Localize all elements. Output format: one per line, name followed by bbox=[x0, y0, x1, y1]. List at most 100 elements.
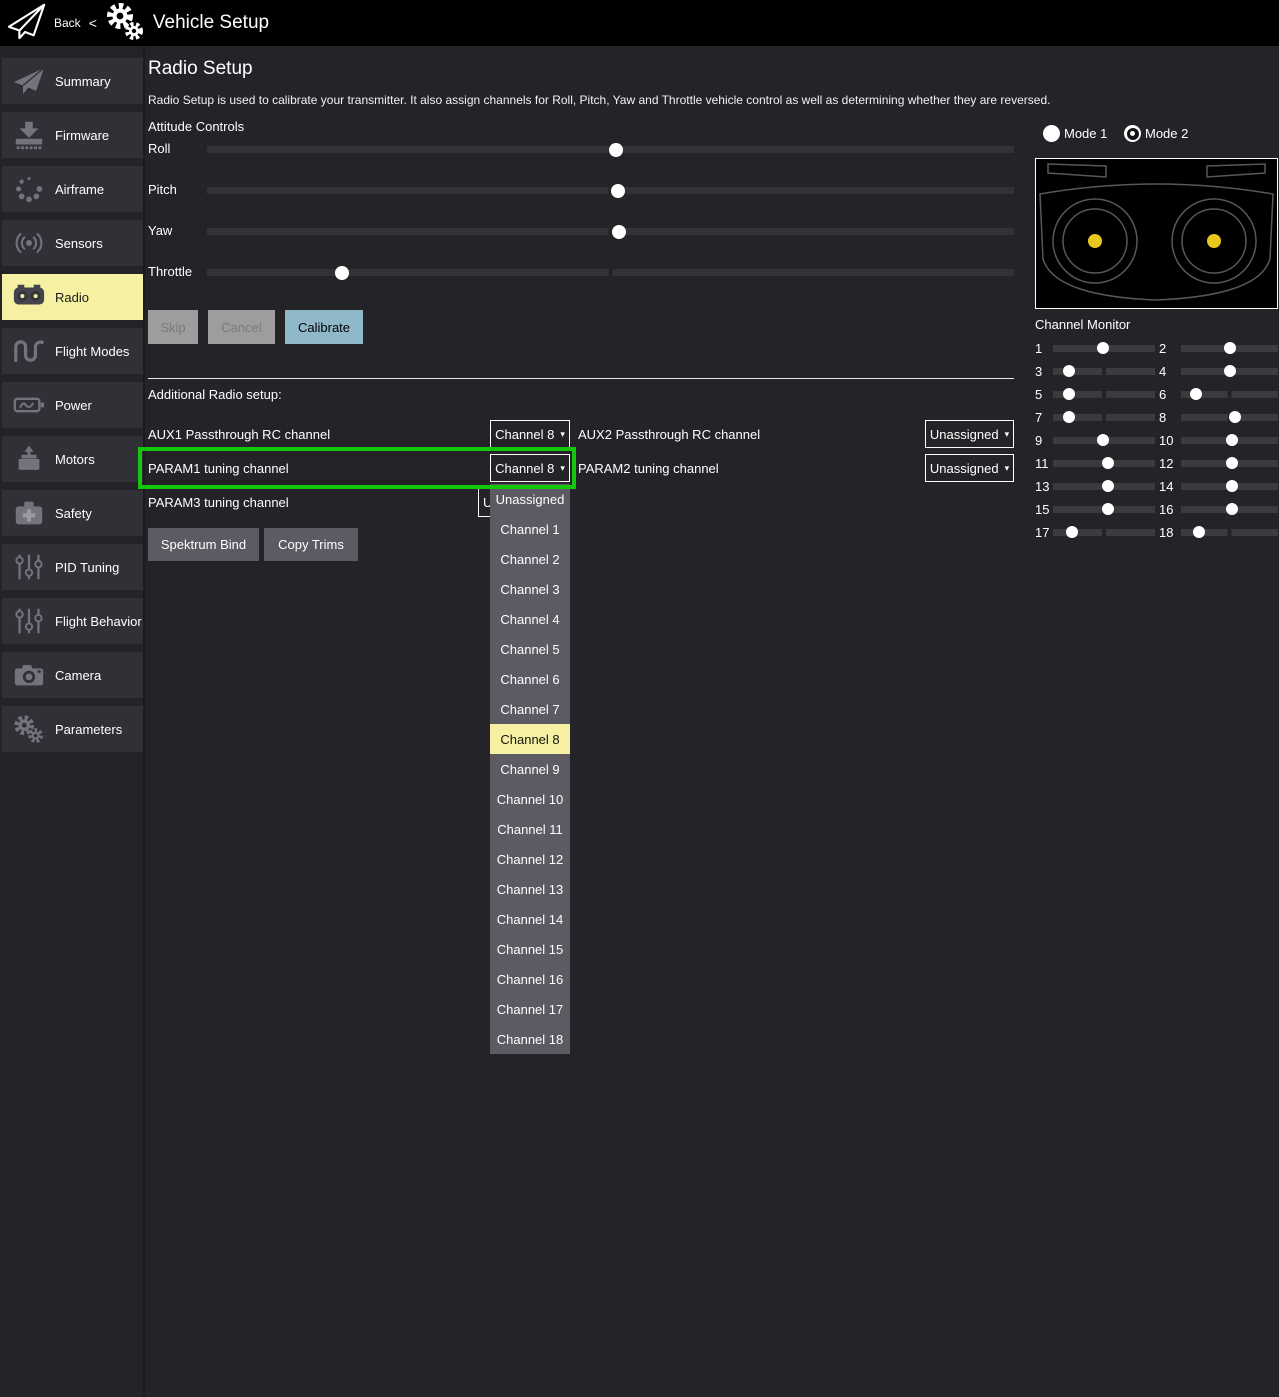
dropdown-option-channel-11[interactable]: Channel 11 bbox=[490, 814, 570, 844]
channel-monitor-row: 3 bbox=[1035, 360, 1155, 382]
copy-trims-button[interactable]: Copy Trims bbox=[264, 528, 358, 561]
calibrate-button[interactable]: Calibrate bbox=[285, 310, 363, 344]
channel-monitor-row: 2 bbox=[1159, 337, 1278, 359]
sidebar-item-label: Motors bbox=[55, 452, 95, 467]
transmitter-diagram bbox=[1035, 158, 1278, 309]
channel-monitor-heading: Channel Monitor bbox=[1035, 317, 1130, 332]
param1-channel-dropdown[interactable]: Channel 8▾ bbox=[490, 454, 570, 482]
channel-slider-dot bbox=[1097, 434, 1109, 446]
dropdown-option-channel-13[interactable]: Channel 13 bbox=[490, 874, 570, 904]
aux2-channel-dropdown[interactable]: Unassigned▾ bbox=[925, 420, 1014, 448]
channel-monitor-row: 16 bbox=[1159, 498, 1278, 520]
channel-number: 3 bbox=[1035, 364, 1049, 379]
sidebar-item-label: PID Tuning bbox=[55, 560, 119, 575]
camera-icon bbox=[10, 659, 48, 691]
yaw-slider-thumb bbox=[612, 225, 626, 239]
parameters-icon bbox=[10, 713, 48, 745]
skip-button[interactable]: Skip bbox=[148, 310, 198, 344]
sidebar-item-flight-modes[interactable]: Flight Modes bbox=[2, 328, 143, 374]
channel-number: 14 bbox=[1159, 479, 1177, 494]
param2-channel-dropdown[interactable]: Unassigned▾ bbox=[925, 454, 1014, 482]
dropdown-option-channel-16[interactable]: Channel 16 bbox=[490, 964, 570, 994]
sidebar-item-camera[interactable]: Camera bbox=[2, 652, 143, 698]
sidebar-item-power[interactable]: Power bbox=[2, 382, 143, 428]
channel-number: 17 bbox=[1035, 525, 1049, 540]
cancel-button[interactable]: Cancel bbox=[208, 310, 275, 344]
sidebar-item-motors[interactable]: Motors bbox=[2, 436, 143, 482]
aux1-channel-value: Channel 8 bbox=[495, 427, 554, 442]
chevron-down-icon: ▾ bbox=[1005, 463, 1010, 474]
dropdown-option-channel-6[interactable]: Channel 6 bbox=[490, 664, 570, 694]
mode2-radio-option[interactable]: Mode 2 bbox=[1124, 125, 1188, 142]
channel-slider-track bbox=[1053, 414, 1155, 421]
dropdown-option-channel-1[interactable]: Channel 1 bbox=[490, 514, 570, 544]
dropdown-option-channel-12[interactable]: Channel 12 bbox=[490, 844, 570, 874]
channel-number: 18 bbox=[1159, 525, 1177, 540]
dropdown-option-unassigned[interactable]: Unassigned bbox=[490, 484, 570, 514]
dropdown-option-channel-7[interactable]: Channel 7 bbox=[490, 694, 570, 724]
channel-slider-track bbox=[1053, 460, 1155, 467]
setup-sidebar: Summary Firmware bbox=[2, 58, 143, 760]
sidebar-item-label: Power bbox=[55, 398, 92, 413]
sidebar-item-safety[interactable]: Safety bbox=[2, 490, 143, 536]
channel-slider-track bbox=[1181, 506, 1278, 513]
spektrum-bind-button[interactable]: Spektrum Bind bbox=[148, 528, 259, 561]
back-button[interactable]: Back bbox=[54, 16, 81, 30]
channel-monitor-row: 7 bbox=[1035, 406, 1155, 428]
radio-button-icon[interactable] bbox=[1043, 125, 1060, 142]
chevron-down-icon: ▾ bbox=[560, 429, 565, 440]
dropdown-option-channel-15[interactable]: Channel 15 bbox=[490, 934, 570, 964]
aux1-passthrough-label: AUX1 Passthrough RC channel bbox=[148, 427, 330, 442]
radio-button-checked-icon[interactable] bbox=[1124, 125, 1141, 142]
channel-monitor-row: 17 bbox=[1035, 521, 1155, 543]
channel-number: 11 bbox=[1035, 456, 1049, 471]
yaw-label: Yaw bbox=[148, 223, 172, 238]
section-divider bbox=[148, 378, 1014, 379]
channel-slider-dot bbox=[1226, 434, 1238, 446]
aux1-channel-dropdown[interactable]: Channel 8 ▾ bbox=[490, 420, 570, 448]
sidebar-item-airframe[interactable]: Airframe bbox=[2, 166, 143, 212]
channel-number: 7 bbox=[1035, 410, 1049, 425]
sidebar-item-summary[interactable]: Summary bbox=[2, 58, 143, 104]
sidebar-item-label: Summary bbox=[55, 74, 111, 89]
channel-slider-dot bbox=[1102, 457, 1114, 469]
dropdown-option-channel-10[interactable]: Channel 10 bbox=[490, 784, 570, 814]
channel-number: 10 bbox=[1159, 433, 1177, 448]
sidebar-item-sensors[interactable]: Sensors bbox=[2, 220, 143, 266]
channel-slider-dot bbox=[1224, 342, 1236, 354]
channel-monitor-row: 9 bbox=[1035, 429, 1155, 451]
dropdown-option-channel-9[interactable]: Channel 9 bbox=[490, 754, 570, 784]
sidebar-item-radio[interactable]: Radio bbox=[2, 274, 143, 320]
dropdown-option-channel-8[interactable]: Channel 8 bbox=[490, 724, 570, 754]
dropdown-option-channel-17[interactable]: Channel 17 bbox=[490, 994, 570, 1024]
sidebar-item-parameters[interactable]: Parameters bbox=[2, 706, 143, 752]
channel-dropdown-menu: UnassignedChannel 1Channel 2Channel 3Cha… bbox=[490, 484, 570, 1054]
mode1-radio-option[interactable]: Mode 1 bbox=[1043, 125, 1107, 142]
channel-number: 9 bbox=[1035, 433, 1049, 448]
pid-tuning-icon bbox=[10, 551, 48, 583]
dropdown-option-channel-5[interactable]: Channel 5 bbox=[490, 634, 570, 664]
param1-tuning-label: PARAM1 tuning channel bbox=[148, 461, 289, 476]
channel-slider-dot bbox=[1066, 526, 1078, 538]
sidebar-item-label: Camera bbox=[55, 668, 101, 683]
dropdown-option-channel-3[interactable]: Channel 3 bbox=[490, 574, 570, 604]
dropdown-option-channel-4[interactable]: Channel 4 bbox=[490, 604, 570, 634]
flight-behavior-icon bbox=[10, 605, 48, 637]
dropdown-option-channel-2[interactable]: Channel 2 bbox=[490, 544, 570, 574]
sidebar-item-flight-behavior[interactable]: Flight Behavior bbox=[2, 598, 143, 644]
dropdown-option-channel-18[interactable]: Channel 18 bbox=[490, 1024, 570, 1054]
sidebar-item-label: Firmware bbox=[55, 128, 109, 143]
channel-slider-dot bbox=[1063, 411, 1075, 423]
channel-monitor-row: 15 bbox=[1035, 498, 1155, 520]
channel-monitor-row: 1 bbox=[1035, 337, 1155, 359]
sidebar-item-firmware[interactable]: Firmware bbox=[2, 112, 143, 158]
sidebar-item-pid-tuning[interactable]: PID Tuning bbox=[2, 544, 143, 590]
channel-slider-track bbox=[1181, 414, 1278, 421]
channel-slider-track bbox=[1053, 437, 1155, 444]
qgroundcontrol-logo-icon[interactable] bbox=[6, 1, 48, 46]
dropdown-option-channel-14[interactable]: Channel 14 bbox=[490, 904, 570, 934]
channel-slider-track bbox=[1181, 529, 1278, 536]
page-title: Radio Setup bbox=[148, 58, 253, 80]
sidebar-item-label: Airframe bbox=[55, 182, 104, 197]
throttle-label: Throttle bbox=[148, 264, 192, 279]
